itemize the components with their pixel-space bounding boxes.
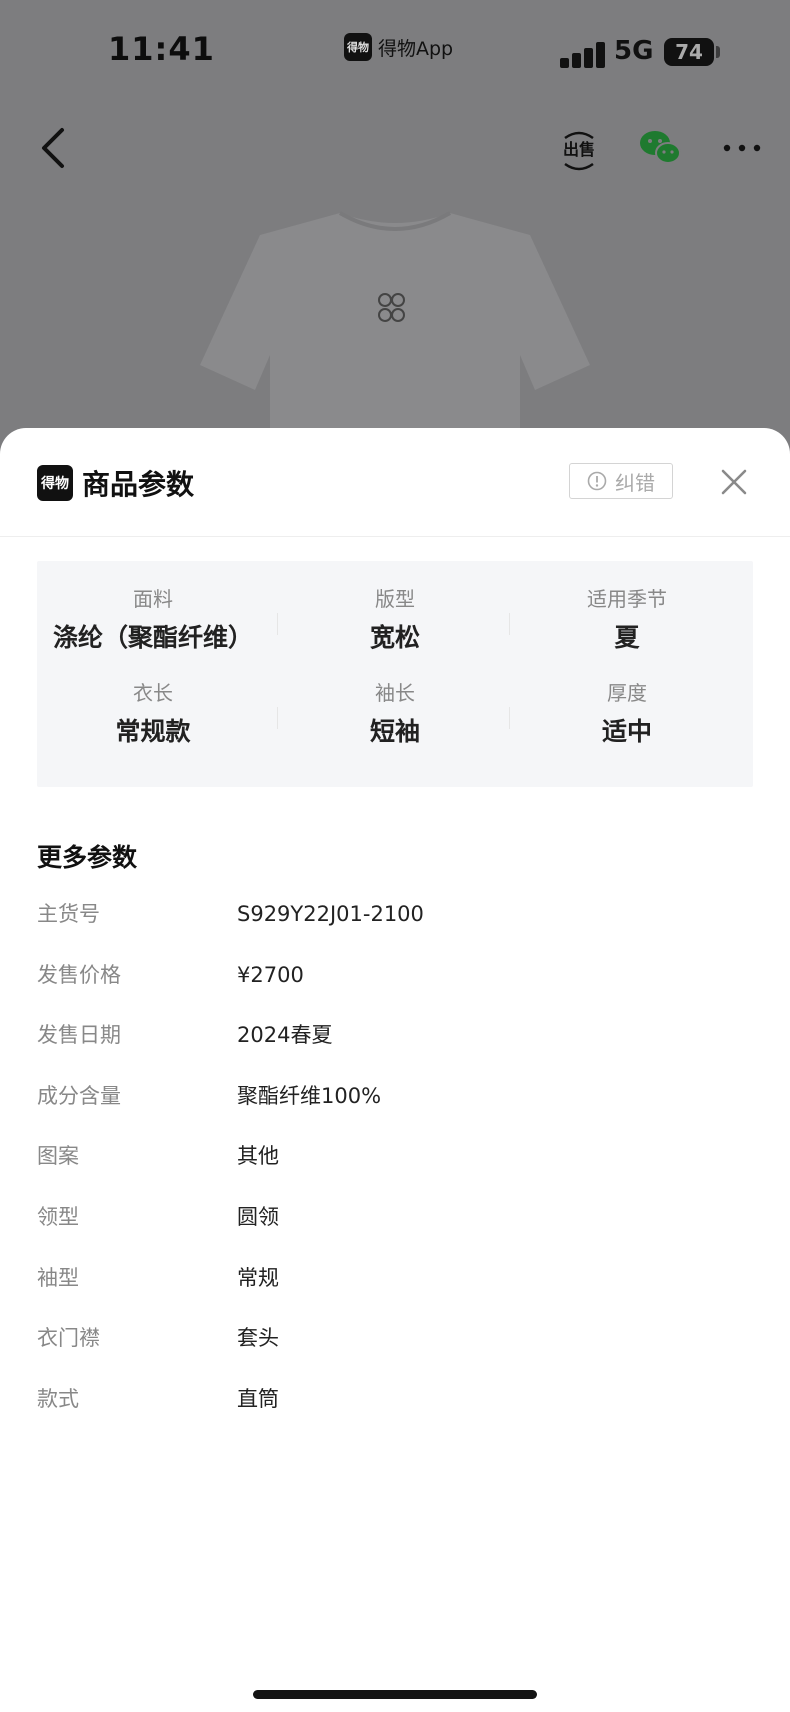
battery-tip	[716, 46, 720, 58]
param-row: 发售价格 ¥2700	[37, 959, 753, 1020]
key-param-fabric: 面料 涤纶（聚酯纤维）	[37, 584, 269, 654]
report-error-button[interactable]: 纠错	[569, 463, 673, 499]
param-key: 发售日期	[37, 1023, 121, 1048]
key-param-thickness: 厚度 适中	[511, 678, 743, 748]
wechat-share-icon[interactable]	[638, 128, 682, 168]
close-icon[interactable]	[718, 466, 750, 498]
more-params-title: 更多参数	[37, 843, 138, 872]
home-indicator[interactable]	[253, 1690, 537, 1699]
param-value: 其他	[237, 1144, 279, 1169]
key-params-grid: 面料 涤纶（聚酯纤维） 版型 宽松 适用季节 夏 衣长 常规款 袖长 短袖 厚度…	[37, 561, 753, 787]
app-icon: 得物	[344, 33, 372, 61]
key-param-fit: 版型 宽松	[279, 584, 511, 654]
param-row: 图案 其他	[37, 1140, 753, 1201]
param-key: 袖型	[37, 1265, 79, 1290]
param-row: 主货号 S929Y22J01-2100	[37, 898, 753, 959]
key-param-sleeve: 袖长 短袖	[279, 678, 511, 748]
app-indicator: 得物 得物App	[344, 33, 453, 61]
param-key: 成分含量	[37, 1083, 121, 1108]
grid-divider	[509, 613, 510, 635]
param-row: 衣门襟 套头	[37, 1322, 753, 1383]
param-row: 袖型 常规	[37, 1262, 753, 1323]
param-value: 圆领	[237, 1204, 279, 1229]
dewu-logo-icon: 得物	[37, 465, 73, 501]
sheet-header: 得物 商品参数 纠错	[0, 428, 790, 537]
key-param-length: 衣长 常规款	[37, 678, 269, 748]
param-row: 成分含量 聚酯纤维100%	[37, 1080, 753, 1141]
param-value: S929Y22J01-2100	[237, 902, 424, 926]
param-key: 发售价格	[37, 962, 121, 987]
key-param-value: 适中	[601, 717, 652, 746]
battery-level: 74	[675, 40, 703, 64]
key-param-label: 衣长	[133, 681, 173, 705]
key-param-label: 版型	[375, 587, 415, 611]
sheet-title: 商品参数	[82, 468, 195, 501]
param-row: 发售日期 2024春夏	[37, 1019, 753, 1080]
status-time: 11:41	[108, 30, 215, 68]
key-param-value: 短袖	[369, 717, 420, 746]
sell-icon[interactable]: 出售	[560, 128, 598, 172]
param-value: 常规	[237, 1265, 279, 1290]
key-param-label: 适用季节	[587, 587, 667, 611]
param-key: 衣门襟	[37, 1326, 100, 1351]
sell-label: 出售	[563, 140, 595, 159]
key-param-label: 袖长	[375, 681, 415, 705]
param-key: 领型	[37, 1204, 79, 1229]
key-param-season: 适用季节 夏	[511, 584, 743, 654]
param-key: 主货号	[37, 902, 100, 926]
key-param-label: 面料	[133, 587, 173, 611]
param-value: ¥2700	[237, 962, 304, 987]
app-name: 得物App	[378, 37, 454, 60]
report-error-label: 纠错	[615, 470, 655, 495]
product-page-backdrop[interactable]: 11:41 得物 得物App 5G 74 出售	[0, 0, 790, 440]
key-param-value: 夏	[614, 623, 640, 652]
param-key: 款式	[37, 1386, 79, 1411]
param-value: 2024春夏	[237, 1023, 333, 1048]
grid-divider	[277, 707, 278, 729]
key-param-value: 常规款	[115, 717, 191, 746]
more-params-list: 主货号 S929Y22J01-2100 发售价格 ¥2700 发售日期 2024…	[37, 898, 753, 1443]
product-params-sheet: 得物 商品参数 纠错 面料 涤纶（聚酯纤维） 版型 宽松 适用季节 夏 衣长 常…	[0, 428, 790, 1712]
grid-divider	[509, 707, 510, 729]
grid-divider	[277, 613, 278, 635]
key-param-value: 宽松	[369, 623, 420, 652]
param-value: 直筒	[237, 1386, 279, 1411]
back-arrow-icon[interactable]	[38, 126, 70, 170]
key-param-value: 涤纶（聚酯纤维）	[52, 623, 253, 652]
param-row: 款式 直筒	[37, 1383, 753, 1444]
param-key: 图案	[37, 1144, 79, 1169]
key-param-label: 厚度	[607, 681, 647, 705]
param-value: 套头	[237, 1326, 279, 1351]
product-tshirt-image	[200, 211, 590, 440]
network-type: 5G	[614, 36, 654, 66]
info-circle-icon	[587, 471, 607, 491]
more-options-icon[interactable]	[722, 140, 762, 156]
param-value: 聚酯纤维100%	[237, 1083, 382, 1108]
battery-icon: 74	[664, 38, 714, 66]
signal-icon	[560, 40, 605, 68]
status-bar: 11:41 得物 得物App 5G 74	[0, 0, 790, 100]
param-row: 领型 圆领	[37, 1201, 753, 1262]
